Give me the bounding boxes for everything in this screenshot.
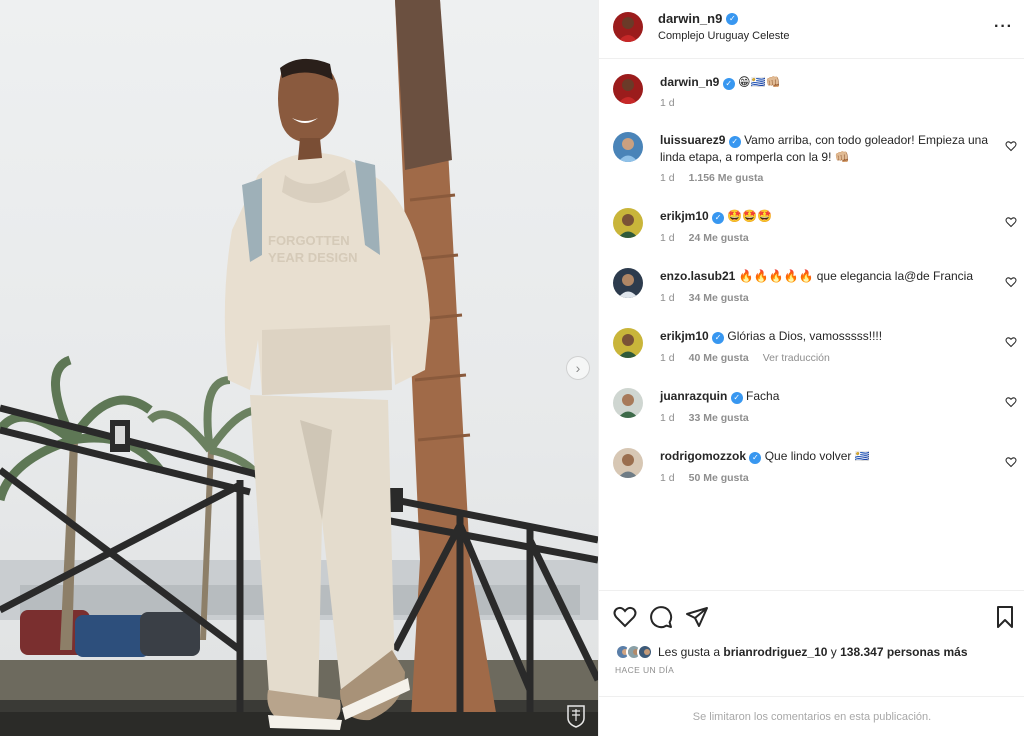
comment-like-heart-icon[interactable]: [1005, 216, 1017, 228]
comment-text: Que lindo volver 🇺🇾: [764, 449, 870, 463]
comment-meta: 1 d 40 Me gusta Ver traducción: [660, 352, 830, 364]
liker-avatar[interactable]: [637, 644, 653, 660]
comment-likes[interactable]: 50 Me gusta: [689, 472, 749, 484]
next-photo-button[interactable]: ›: [566, 356, 590, 380]
comment-like-heart-icon[interactable]: [1005, 396, 1017, 408]
likes-count[interactable]: 138.347 personas más: [840, 645, 967, 659]
likes-text[interactable]: Les gusta a brianrodriguez_10 y 138.347 …: [658, 645, 968, 659]
post-caption: darwin_n9 ✓ 😁🇺🇾👊🏼 1 d: [599, 72, 1024, 122]
svg-text:FORGOTTEN: FORGOTTEN: [268, 233, 350, 248]
verified-badge-icon: ✓: [726, 12, 739, 25]
comment-text: 🔥🔥🔥🔥🔥 que elegancia la@de Francia: [738, 269, 974, 283]
comment-time[interactable]: 1 d: [660, 472, 675, 484]
comment-username[interactable]: erikjm10: [660, 209, 709, 223]
comment-likes[interactable]: 34 Me gusta: [689, 292, 749, 304]
caption-time[interactable]: 1 d: [660, 97, 675, 109]
verified-badge-icon: ✓: [749, 452, 762, 464]
commenter-avatar[interactable]: [613, 328, 643, 358]
likes-connector: y: [830, 645, 837, 659]
comment-time[interactable]: 1 d: [660, 412, 675, 424]
caption-username[interactable]: darwin_n9: [660, 75, 719, 89]
commenter-avatar[interactable]: [613, 208, 643, 238]
comment-time[interactable]: 1 d: [660, 232, 675, 244]
post-photo[interactable]: FORGOTTEN YEAR DESIGN ›: [0, 0, 598, 736]
comment-text-line: erikjm10 ✓ Glórias a Dios, vamosssss!!!!: [660, 328, 991, 345]
likes-prefix: Les gusta a: [658, 645, 721, 659]
comment-time[interactable]: 1 d: [660, 352, 675, 364]
comment-text-line: juanrazquin ✓ Facha: [660, 388, 991, 405]
commenter-avatar[interactable]: [613, 268, 643, 298]
verified-badge-icon: ✓: [712, 212, 725, 224]
heart-icon[interactable]: [613, 605, 637, 629]
comment-text-line: erikjm10 ✓ 🤩🤩🤩: [660, 208, 991, 225]
verified-badge-icon: ✓: [722, 78, 735, 90]
commenter-avatar[interactable]: [613, 388, 643, 418]
comment-meta: 1 d 33 Me gusta: [660, 412, 749, 424]
more-options-icon[interactable]: ···: [994, 18, 1013, 36]
bookmark-icon[interactable]: [993, 605, 1017, 629]
comment-like-heart-icon[interactable]: [1005, 276, 1017, 288]
comment-meta: 1 d 24 Me gusta: [660, 232, 749, 244]
comment-meta: 1 d 34 Me gusta: [660, 292, 749, 304]
comment-time[interactable]: 1 d: [660, 172, 675, 184]
author-username[interactable]: darwin_n9 ✓: [658, 11, 739, 26]
post-actions-bar: [599, 590, 1024, 640]
comments-limited-notice: Se limitaron los comentarios en esta pub…: [599, 696, 1024, 736]
comments-list: darwin_n9 ✓ 😁🇺🇾👊🏼 1 d luissuarez9 ✓ Vamo…: [599, 60, 1024, 590]
comment-text: 🤩🤩🤩: [727, 209, 773, 223]
post-details-panel: darwin_n9 ✓ Complejo Uruguay Celeste ···…: [598, 0, 1024, 736]
comment-item: erikjm10 ✓ Glórias a Dios, vamosssss!!!!…: [599, 328, 1024, 372]
comment-text-line: luissuarez9 ✓ Vamo arriba, con todo gole…: [660, 132, 991, 166]
comment-username[interactable]: juanrazquin: [660, 389, 727, 403]
post-header: darwin_n9 ✓ Complejo Uruguay Celeste ···: [599, 0, 1024, 59]
verified-badge-icon: ✓: [730, 392, 743, 404]
comment-text-line: enzo.lasub21 🔥🔥🔥🔥🔥 que elegancia la@de F…: [660, 268, 991, 285]
comment-icon[interactable]: [649, 605, 673, 629]
verified-badge-icon: ✓: [728, 136, 741, 148]
commenter-avatar[interactable]: [613, 132, 643, 162]
comment-meta: 1 d 1.156 Me gusta: [660, 172, 763, 184]
comment-username[interactable]: rodrigomozzok: [660, 449, 746, 463]
comment-item: luissuarez9 ✓ Vamo arriba, con todo gole…: [599, 132, 1024, 188]
see-translation-link[interactable]: Ver traducción: [763, 352, 830, 364]
comment-username[interactable]: erikjm10: [660, 329, 709, 343]
caption-text-line: darwin_n9 ✓ 😁🇺🇾👊🏼: [660, 74, 991, 91]
comment-text: Glórias a Dios, vamosssss!!!!: [727, 329, 883, 343]
comment-item: rodrigomozzok ✓ Que lindo volver 🇺🇾 1 d …: [599, 448, 1024, 492]
likes-user[interactable]: brianrodriguez_10: [723, 645, 827, 659]
comment-text-line: rodrigomozzok ✓ Que lindo volver 🇺🇾: [660, 448, 991, 465]
post-location[interactable]: Complejo Uruguay Celeste: [658, 30, 789, 42]
comment-likes[interactable]: 24 Me gusta: [689, 232, 749, 244]
uruguay-crest-icon: [567, 705, 585, 728]
comment-username[interactable]: luissuarez9: [660, 133, 725, 147]
comment-username[interactable]: enzo.lasub21: [660, 269, 735, 283]
comment-text: Facha: [746, 389, 780, 403]
author-username-text[interactable]: darwin_n9: [658, 11, 722, 26]
comment-like-heart-icon[interactable]: [1005, 336, 1017, 348]
comment-like-heart-icon[interactable]: [1005, 456, 1017, 468]
commenter-avatar[interactable]: [613, 448, 643, 478]
comment-likes[interactable]: 40 Me gusta: [689, 352, 749, 364]
comment-time[interactable]: 1 d: [660, 292, 675, 304]
comment-likes[interactable]: 1.156 Me gusta: [689, 172, 764, 184]
comment-item: erikjm10 ✓ 🤩🤩🤩 1 d 24 Me gusta: [599, 208, 1024, 252]
author-avatar[interactable]: [613, 12, 643, 42]
svg-text:YEAR DESIGN: YEAR DESIGN: [268, 250, 358, 265]
comment-meta: 1 d 50 Me gusta: [660, 472, 749, 484]
comment-item: juanrazquin ✓ Facha 1 d 33 Me gusta: [599, 388, 1024, 432]
caption-meta: 1 d: [660, 97, 675, 109]
comment-item: enzo.lasub21 🔥🔥🔥🔥🔥 que elegancia la@de F…: [599, 268, 1024, 312]
caption-author-avatar[interactable]: [613, 74, 643, 104]
send-icon[interactable]: [685, 605, 709, 629]
post-timestamp[interactable]: HACE UN DÍA: [615, 665, 674, 675]
photo-scene: FORGOTTEN YEAR DESIGN: [0, 0, 598, 736]
verified-badge-icon: ✓: [712, 332, 725, 344]
caption-text: 😁🇺🇾👊🏼: [738, 75, 781, 89]
comment-likes[interactable]: 33 Me gusta: [689, 412, 749, 424]
likes-summary: Les gusta a brianrodriguez_10 y 138.347 …: [615, 640, 968, 664]
chevron-right-icon: ›: [575, 360, 581, 376]
comment-like-heart-icon[interactable]: [1005, 140, 1017, 152]
